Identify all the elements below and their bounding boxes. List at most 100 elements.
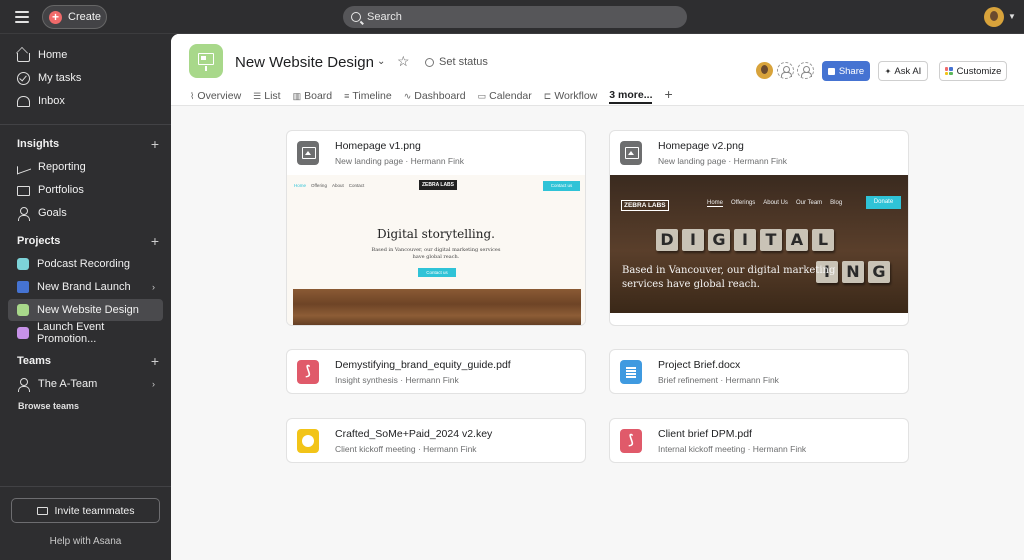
pdf-file-icon [620, 429, 642, 453]
tab-board[interactable]: ▥ Board [293, 88, 333, 104]
sidebar-item-portfolios[interactable]: Portfolios [8, 179, 163, 201]
tab-label: Overview [197, 90, 242, 102]
presentation-icon-leg [205, 66, 207, 71]
preview-nav-item: Offering [311, 183, 327, 188]
add-project-icon[interactable]: + [151, 233, 159, 249]
insights-header: Insights + [17, 136, 159, 152]
customize-button[interactable]: Customize [939, 61, 1007, 81]
sparkle-icon: ✦ [884, 66, 892, 76]
project-color-icon [17, 304, 29, 316]
user-avatar[interactable] [984, 7, 1004, 27]
letter-tiles: D I G I T A L [656, 229, 834, 251]
project-icon[interactable] [189, 44, 223, 78]
help-link[interactable]: Help with Asana [0, 536, 171, 547]
teams-header: Teams + [17, 353, 159, 369]
sidebar-item-inbox[interactable]: Inbox [8, 90, 163, 112]
preview-nav-item: Offerings [731, 200, 756, 206]
file-card[interactable]: Homepage v2.png New landing page · Herma… [609, 130, 909, 326]
page-title[interactable]: New Website Design [235, 54, 374, 71]
file-card[interactable]: Project Brief.docx Brief refinement · He… [609, 349, 909, 394]
file-name: Project Brief.docx [658, 359, 741, 371]
sidebar-item-team[interactable]: The A-Team › [8, 373, 163, 395]
sidebar-item-home[interactable]: Home [8, 44, 163, 66]
preview-wood-image [293, 289, 581, 325]
tab-workflow[interactable]: ⊏ Workflow [544, 88, 598, 104]
sidebar-item-project[interactable]: Podcast Recording [8, 253, 163, 275]
preview-contact-button: Contact us [543, 181, 580, 191]
file-meta: New landing page · Hermann Fink [658, 156, 787, 166]
image-preview[interactable]: ZEBRA LABS Home Offerings About Us Our T… [610, 175, 908, 313]
letter-tile: A [786, 229, 808, 251]
file-meta: Client kickoff meeting · Hermann Fink [335, 444, 477, 454]
sidebar-item-goals[interactable]: Goals [8, 202, 163, 224]
tab-calendar[interactable]: ▭ Calendar [478, 88, 532, 104]
bell-icon [17, 95, 30, 107]
file-meta: Internal kickoff meeting · Hermann Fink [658, 444, 807, 454]
invite-teammates-button[interactable]: Invite teammates [11, 498, 160, 523]
preview-text: Based in Vancouver, our digital marketin… [622, 265, 836, 290]
plus-icon: + [49, 10, 62, 24]
file-card-header: Project Brief.docx Brief refinement · He… [610, 350, 908, 393]
set-status-label: Set status [439, 56, 488, 68]
ask-ai-button[interactable]: ✦ Ask AI [878, 61, 928, 81]
presentation-icon [198, 53, 214, 65]
star-icon[interactable]: ☆ [397, 53, 410, 70]
tab-label: Timeline [352, 90, 392, 102]
tab-more[interactable]: 3 more... [609, 88, 653, 104]
calendar-icon: ▭ [477, 90, 487, 101]
tab-timeline[interactable]: ≡ Timeline [344, 88, 392, 104]
preview-donate-button: Donate [866, 196, 901, 209]
member-avatar[interactable] [756, 62, 773, 79]
tab-dashboard[interactable]: ∿ Dashboard [404, 88, 466, 104]
sidebar-item-reporting[interactable]: Reporting [8, 156, 163, 178]
letter-tile: I [734, 229, 756, 251]
file-name: Client brief DPM.pdf [658, 428, 752, 440]
chevron-right-icon[interactable]: › [152, 379, 155, 389]
chevron-down-icon[interactable]: ▼ [1008, 12, 1016, 21]
chart-icon [17, 161, 30, 174]
preview-body-line: Based in Vancouver, our digital marketin… [371, 247, 501, 253]
add-team-icon[interactable]: + [151, 353, 159, 369]
search-bar[interactable]: Search [343, 6, 687, 28]
hamburger-menu-icon[interactable] [15, 11, 29, 23]
share-button[interactable]: Share [822, 61, 870, 81]
add-tab-icon[interactable]: + [664, 86, 672, 104]
file-card[interactable]: Client brief DPM.pdf Internal kickoff me… [609, 418, 909, 463]
tab-list[interactable]: ☰ List [253, 88, 280, 104]
add-member-icon[interactable] [777, 62, 794, 79]
project-color-icon [17, 258, 29, 270]
create-button[interactable]: + Create [42, 5, 107, 29]
add-member-icon[interactable] [797, 62, 814, 79]
sidebar-item-label: Launch Event Promotion... [37, 321, 105, 345]
check-circle-icon [17, 71, 30, 85]
sidebar-item-label: New Brand Launch [37, 281, 131, 293]
file-card[interactable]: Demystifying_brand_equity_guide.pdf Insi… [286, 349, 586, 394]
project-header: New Website Design ⌄ ☆ Set status Share … [171, 34, 1024, 106]
chevron-right-icon[interactable]: › [152, 282, 155, 292]
tab-label: Calendar [489, 90, 532, 102]
insights-title: Insights [17, 138, 60, 150]
sidebar-item-project-active[interactable]: New Website Design [8, 299, 163, 321]
preview-body-line: have global reach. [412, 254, 460, 260]
preview-cta: Contact us [418, 268, 456, 277]
file-name: Homepage v2.png [658, 140, 744, 152]
share-label: Share [838, 65, 865, 77]
sidebar-item-project[interactable]: Launch Event Promotion... [8, 321, 163, 345]
sidebar-item-project[interactable]: New Brand Launch › [8, 276, 163, 298]
grid-icon [944, 67, 953, 75]
sidebar-item-label: Home [38, 49, 68, 61]
image-preview[interactable]: Home Offering About Contact ZEBRA LABS C… [287, 175, 585, 325]
file-card-header: Demystifying_brand_equity_guide.pdf Insi… [287, 350, 585, 393]
chevron-down-icon[interactable]: ⌄ [377, 56, 385, 67]
sidebar-item-my-tasks[interactable]: My tasks [8, 67, 163, 89]
preview-headline: Digital storytelling. [377, 227, 495, 241]
browse-teams-link[interactable]: Browse teams [18, 401, 79, 411]
file-card[interactable]: Crafted_SoMe+Paid_2024 v2.key Client kic… [286, 418, 586, 463]
file-card[interactable]: Homepage v1.png New landing page · Herma… [286, 130, 586, 326]
set-status-button[interactable]: Set status [425, 56, 488, 68]
tab-overview[interactable]: ⌇ Overview [190, 88, 241, 104]
teams-title: Teams [17, 355, 52, 367]
add-insight-icon[interactable]: + [151, 136, 159, 152]
folder-icon [17, 186, 30, 196]
invite-label: Invite teammates [54, 504, 135, 517]
